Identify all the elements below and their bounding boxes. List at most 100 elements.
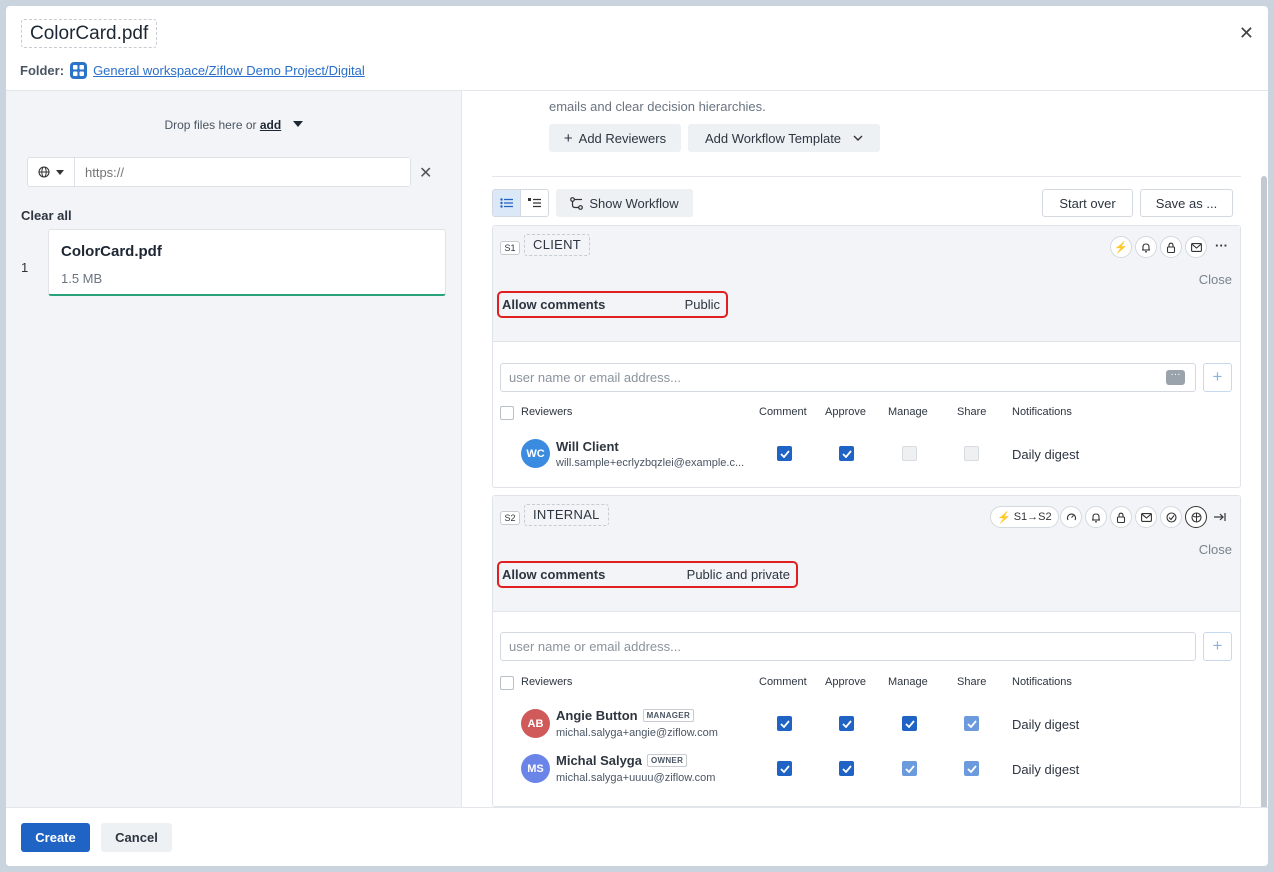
role-badge: MANAGER — [642, 709, 695, 722]
mail-icon[interactable] — [1135, 506, 1157, 528]
upload-pane: Drop files here or add ✕ Clear all 1 Col… — [6, 91, 462, 807]
stage-header: S2 INTERNAL ⚡ S1→S2 Close Allow comments… — [493, 496, 1240, 612]
col-comment: Comment — [759, 406, 807, 418]
col-share: Share — [957, 406, 987, 418]
lightning-icon: ⚡ — [997, 511, 1011, 524]
manage-checkbox[interactable] — [902, 716, 917, 731]
deadline-icon[interactable] — [1060, 506, 1082, 528]
notifications-select[interactable]: Daily digest — [1012, 762, 1079, 777]
select-all-checkbox[interactable] — [500, 676, 514, 690]
add-files-link[interactable]: add — [260, 118, 281, 132]
cancel-button[interactable]: Cancel — [101, 823, 172, 852]
approve-checkbox[interactable] — [839, 761, 854, 776]
col-approve: Approve — [825, 676, 866, 688]
show-workflow-button[interactable]: Show Workflow — [556, 189, 693, 217]
scrollbar-thumb[interactable] — [1261, 176, 1267, 807]
create-button[interactable]: Create — [21, 823, 90, 852]
folder-row: Folder: General workspace/Ziflow Demo Pr… — [20, 62, 365, 79]
save-as-button[interactable]: Save as ... — [1140, 189, 1233, 217]
create-proof-modal: ColorCard.pdf Folder: General workspace/… — [6, 6, 1268, 866]
clear-all-button[interactable]: Clear all — [21, 208, 72, 223]
more-options-icon[interactable]: ··· — [1215, 238, 1228, 253]
avatar: AB — [521, 709, 550, 738]
url-input[interactable] — [75, 158, 410, 186]
clear-url-icon[interactable]: ✕ — [419, 163, 432, 183]
bell-icon[interactable] — [1085, 506, 1107, 528]
lock-icon[interactable] — [1160, 236, 1182, 258]
reviewer-email: michal.salyga+angie@ziflow.com — [556, 727, 718, 739]
more-icon[interactable]: ··· — [1166, 370, 1185, 385]
list-view-icon[interactable] — [493, 190, 520, 216]
avatar: WC — [521, 439, 550, 468]
folder-icon — [70, 62, 88, 79]
lock-icon[interactable] — [1110, 506, 1132, 528]
allow-comments-setting[interactable]: Allow comments Public — [497, 291, 728, 318]
file-title[interactable]: ColorCard.pdf — [21, 19, 158, 48]
drop-zone[interactable]: Drop files here or add — [6, 118, 461, 132]
col-notifications: Notifications — [1012, 406, 1072, 418]
decision-icon[interactable] — [1160, 506, 1182, 528]
col-reviewers: Reviewers — [521, 406, 573, 418]
bell-icon[interactable] — [1135, 236, 1157, 258]
stage-close-button[interactable]: Close — [1199, 272, 1232, 287]
col-share: Share — [957, 676, 987, 688]
start-over-button[interactable]: Start over — [1042, 189, 1133, 217]
folder-path-link[interactable]: General workspace/Ziflow Demo Project/Di… — [93, 63, 365, 78]
reviewer-name: Will Client — [556, 439, 619, 454]
approve-checkbox[interactable] — [839, 446, 854, 461]
stage-name[interactable]: INTERNAL — [524, 504, 609, 526]
mail-icon[interactable] — [1185, 236, 1207, 258]
stage-badge: S2 — [500, 511, 520, 525]
comment-checkbox[interactable] — [777, 446, 792, 461]
modal-header: ColorCard.pdf Folder: General workspace/… — [6, 6, 1268, 91]
add-reviewers-button[interactable]: + Add Reviewers — [549, 124, 681, 152]
allow-comments-label: Allow comments — [502, 567, 606, 582]
notifications-select[interactable]: Daily digest — [1012, 717, 1079, 732]
col-approve: Approve — [825, 406, 866, 418]
col-manage: Manage — [888, 406, 928, 418]
reviewer-search-input[interactable]: user name or email address... ··· — [500, 363, 1196, 392]
comment-checkbox[interactable] — [777, 716, 792, 731]
workflow-intro-text: emails and clear decision hierarchies. — [549, 99, 766, 114]
stage-trigger-pill[interactable]: ⚡ S1→S2 — [990, 506, 1059, 528]
col-comment: Comment — [759, 676, 807, 688]
caret-down-icon — [56, 169, 64, 175]
skip-stage-icon[interactable] — [1214, 509, 1226, 527]
notifications-select[interactable]: Daily digest — [1012, 447, 1079, 462]
url-input-row — [27, 157, 411, 187]
add-reviewer-icon[interactable]: + — [1203, 632, 1232, 661]
manage-checkbox[interactable] — [902, 761, 917, 776]
reviewer-name: Michal Salyga OWNER — [556, 753, 688, 768]
allow-comments-setting[interactable]: Allow comments Public and private — [497, 561, 798, 588]
globe-icon — [38, 166, 50, 178]
manage-checkbox — [902, 446, 917, 461]
allow-comments-value: Public and private — [686, 567, 790, 582]
stage-close-button[interactable]: Close — [1199, 542, 1232, 557]
caret-down-icon[interactable] — [292, 120, 303, 127]
tree-view-icon[interactable] — [520, 190, 548, 216]
comment-checkbox[interactable] — [777, 761, 792, 776]
url-protocol-select[interactable] — [28, 158, 75, 186]
stage-badge: S1 — [500, 241, 520, 255]
add-reviewer-icon[interactable]: + — [1203, 363, 1232, 392]
scrollbar[interactable] — [1260, 176, 1268, 807]
close-icon[interactable]: ✕ — [1239, 24, 1254, 42]
stage-header: S1 CLIENT ⚡ ··· Close Allow comments Pub… — [493, 226, 1240, 342]
folder-label: Folder: — [20, 63, 65, 78]
select-all-checkbox[interactable] — [500, 406, 514, 420]
file-name: ColorCard.pdf — [61, 243, 162, 260]
lightning-icon[interactable]: ⚡ — [1110, 236, 1132, 258]
public-link-icon[interactable] — [1185, 506, 1207, 528]
add-workflow-template-button[interactable]: Add Workflow Template — [688, 124, 880, 152]
col-notifications: Notifications — [1012, 676, 1072, 688]
reviewer-search-input[interactable]: user name or email address... — [500, 632, 1196, 661]
share-checkbox[interactable] — [964, 761, 979, 776]
stage-client: S1 CLIENT ⚡ ··· Close Allow comments Pub… — [492, 225, 1241, 488]
file-index: 1 — [21, 260, 29, 275]
share-checkbox[interactable] — [964, 716, 979, 731]
stage-name[interactable]: CLIENT — [524, 234, 591, 256]
drop-text: Drop files here or — [164, 118, 257, 132]
file-card[interactable]: ColorCard.pdf 1.5 MB — [48, 229, 446, 296]
reviewer-email: michal.salyga+uuuu@ziflow.com — [556, 772, 716, 784]
approve-checkbox[interactable] — [839, 716, 854, 731]
